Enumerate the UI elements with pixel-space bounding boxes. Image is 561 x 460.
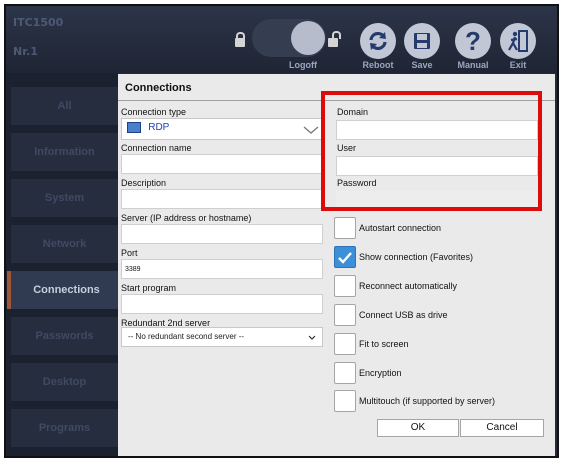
connection-type-select[interactable]: RDP	[121, 118, 323, 140]
password-label: Password	[337, 178, 377, 188]
cancel-button[interactable]: Cancel	[460, 419, 544, 437]
chevron-down-icon	[303, 126, 319, 134]
floppy-icon	[414, 33, 430, 49]
sidebar: All Information System Network Connectio…	[6, 73, 122, 456]
option-label: Multitouch (if supported by server)	[359, 396, 496, 406]
server-field[interactable]	[121, 224, 323, 244]
sidebar-item-label: All	[57, 100, 72, 112]
sidebar-item-information[interactable]: Information	[11, 133, 118, 171]
title-divider	[118, 100, 555, 101]
sidebar-item-passwords[interactable]: Passwords	[11, 317, 118, 355]
sidebar-item-label: Connections	[33, 284, 100, 296]
encryption-checkbox[interactable]	[334, 362, 356, 384]
password-field[interactable]	[336, 191, 538, 211]
ok-button[interactable]: OK	[377, 419, 459, 437]
fit-to-screen-checkbox[interactable]	[334, 333, 356, 355]
sidebar-item-network[interactable]: Network	[11, 225, 118, 263]
sidebar-item-all[interactable]: All	[11, 87, 118, 125]
connection-name-label: Connection name	[121, 143, 192, 153]
question-icon: ?	[465, 26, 481, 56]
usb-drive-checkbox[interactable]	[334, 304, 356, 326]
autostart-checkbox[interactable]	[334, 217, 356, 239]
connection-type-label: Connection type	[121, 107, 187, 117]
exit-door-icon	[508, 30, 528, 52]
reconnect-checkbox[interactable]	[334, 275, 356, 297]
sidebar-item-label: Network	[42, 238, 87, 250]
reboot-button[interactable]	[360, 23, 396, 59]
option-label: Encryption	[359, 368, 402, 378]
sidebar-item-label: Programs	[38, 422, 91, 434]
option-label: Show connection (Favorites)	[359, 252, 474, 262]
show-connection-checkbox[interactable]	[334, 246, 356, 268]
multitouch-checkbox[interactable]	[334, 390, 356, 412]
exit-button[interactable]	[500, 23, 536, 59]
connection-type-value: RDP	[148, 122, 170, 133]
toggle-knob	[291, 21, 325, 55]
option-label: Autostart connection	[359, 223, 442, 233]
manual-label: Manual	[457, 60, 489, 70]
option-label: Reconnect automatically	[359, 281, 458, 291]
manual-button[interactable]: ?	[455, 23, 491, 59]
start-program-field[interactable]	[121, 294, 323, 314]
exit-label: Exit	[509, 60, 527, 70]
sidebar-item-desktop[interactable]: Desktop	[11, 363, 118, 401]
option-label: Fit to screen	[359, 339, 409, 349]
sidebar-item-label: Information	[34, 146, 95, 158]
port-field[interactable]: 3389	[121, 259, 323, 279]
device-number: Nr.1	[13, 45, 38, 58]
user-label: User	[337, 143, 357, 153]
domain-label: Domain	[337, 107, 369, 117]
user-field[interactable]	[336, 156, 538, 176]
connection-name-field[interactable]	[121, 154, 323, 174]
redundant-server-select[interactable]: -- No redundant second server --	[121, 327, 323, 347]
app-window: ITC1500 Nr.1 Logoff Reboot Save ? Manual…	[4, 4, 559, 458]
save-button[interactable]	[404, 23, 440, 59]
sidebar-item-label: Desktop	[42, 376, 87, 388]
port-label: Port	[121, 248, 138, 258]
sidebar-item-programs[interactable]: Programs	[11, 409, 118, 447]
connections-panel: Connections Connection type RDP Connecti…	[118, 74, 555, 456]
option-label: Connect USB as drive	[359, 310, 448, 320]
description-label: Description	[121, 178, 167, 188]
sidebar-item-label: Passwords	[35, 330, 94, 342]
server-label: Server (IP address or hostname)	[121, 213, 252, 223]
panel-title: Connections	[125, 82, 192, 94]
start-program-label: Start program	[121, 283, 177, 293]
chevron-down-icon	[308, 335, 316, 340]
lock-closed-icon	[235, 32, 245, 47]
rdp-icon	[127, 122, 141, 133]
reboot-label: Reboot	[362, 60, 394, 70]
domain-field[interactable]	[336, 120, 538, 140]
logoff-label: Logoff	[289, 60, 317, 70]
logoff-toggle[interactable]	[252, 19, 326, 57]
checkmark-icon	[338, 252, 352, 264]
sidebar-item-connections[interactable]: Connections	[7, 271, 122, 309]
sidebar-item-system[interactable]: System	[11, 179, 118, 217]
redundant-server-value: -- No redundant second server --	[128, 332, 245, 341]
reboot-icon	[369, 31, 387, 51]
description-field[interactable]	[121, 189, 323, 209]
header-bar: ITC1500 Nr.1 Logoff Reboot Save ? Manual…	[6, 6, 557, 73]
lock-open-icon	[328, 31, 341, 47]
save-label: Save	[411, 60, 433, 70]
sidebar-item-label: System	[44, 192, 85, 204]
device-name: ITC1500	[13, 16, 64, 29]
